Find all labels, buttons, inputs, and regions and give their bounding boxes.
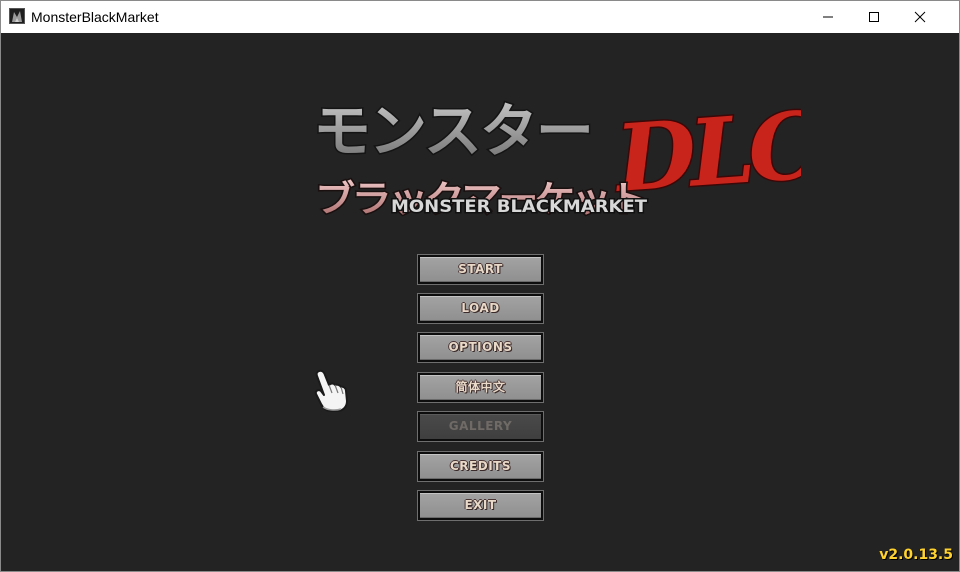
- load-button[interactable]: LOAD: [417, 293, 544, 324]
- game-window: MonsterBlackMarket モンスター DLC ブラックマーケット M…: [0, 0, 960, 572]
- svg-text:MONSTER BLACKMARKET: MONSTER BLACKMARKET: [391, 197, 647, 217]
- game-screen: モンスター DLC ブラックマーケット MONSTER BLACKMARKET …: [1, 33, 959, 571]
- window-title: MonsterBlackMarket: [31, 9, 159, 25]
- close-icon: [914, 11, 926, 23]
- start-button[interactable]: START: [417, 254, 544, 285]
- language-button[interactable]: 简体中文: [417, 372, 544, 403]
- close-button[interactable]: [897, 1, 943, 33]
- exit-button[interactable]: EXIT: [417, 490, 544, 521]
- version-label: v2.0.13.5: [879, 547, 953, 563]
- app-icon: [9, 8, 25, 24]
- options-button[interactable]: OPTIONS: [417, 332, 544, 363]
- maximize-icon: [869, 12, 879, 22]
- minimize-button[interactable]: [805, 1, 851, 33]
- title-bar[interactable]: MonsterBlackMarket: [1, 1, 959, 33]
- maximize-button[interactable]: [851, 1, 897, 33]
- minimize-icon: [823, 16, 833, 18]
- logo-subtitle: MONSTER BLACKMARKET: [390, 196, 649, 218]
- logo-line1: モンスター: [313, 97, 592, 165]
- hand-cursor-icon: [314, 369, 348, 412]
- gallery-button: GALLERY: [417, 411, 544, 442]
- credits-button[interactable]: CREDITS: [417, 451, 544, 482]
